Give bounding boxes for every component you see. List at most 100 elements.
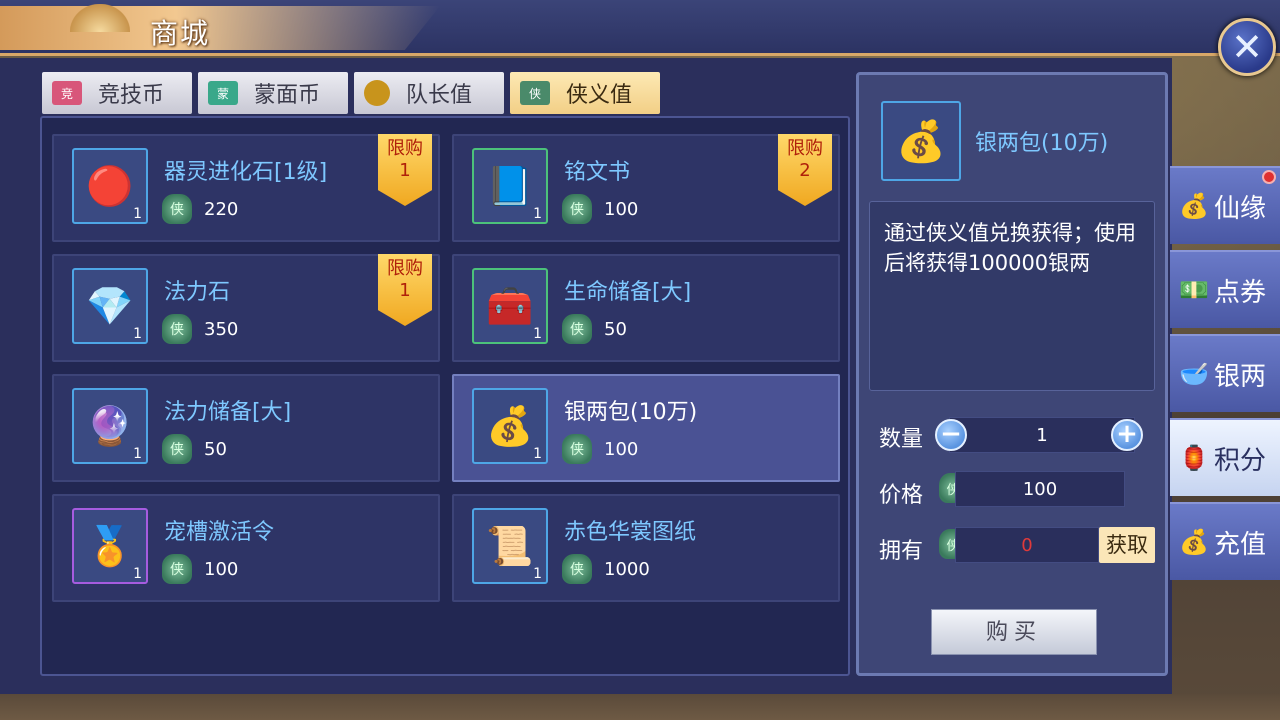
side-tab-label: 点券	[1214, 277, 1267, 308]
fan-ornament-icon	[70, 4, 130, 32]
xia-token-icon: 侠	[562, 314, 592, 344]
banknote-icon: 💵	[1179, 276, 1209, 304]
xia-token-icon: 侠	[162, 554, 192, 584]
item-name: 法力储备[大]	[164, 400, 292, 425]
plus-button[interactable]: +	[1111, 419, 1143, 451]
price-row: 侠 350	[162, 314, 238, 344]
side-tab-label: 充值	[1214, 529, 1267, 560]
item-name: 宠槽激活令	[164, 520, 275, 545]
tab-captain-value[interactable]: 队长值	[354, 72, 504, 114]
limit-badge: 限购 1	[378, 134, 432, 206]
item-price: 350	[204, 318, 239, 340]
side-tab-voucher[interactable]: 💵 点券	[1170, 250, 1280, 328]
side-tab-silver[interactable]: 🥣 银两	[1170, 334, 1280, 412]
side-tab-label: 积分	[1214, 445, 1267, 476]
side-tab-points[interactable]: 🏮 积分	[1170, 418, 1280, 496]
item-description: 通过侠义值兑换获得；使用后将获得100000银两	[869, 201, 1155, 391]
item-image: 🏅	[86, 523, 134, 568]
price-row: 侠 100	[562, 434, 638, 464]
item-name: 器灵进化石[1级]	[164, 160, 328, 185]
item-price: 100	[204, 558, 239, 580]
get-button[interactable]: 获取	[1099, 527, 1155, 563]
item-price: 50	[204, 438, 227, 460]
buy-button[interactable]: 购买	[931, 609, 1097, 655]
list-item[interactable]: 🔮 1 法力储备[大] 侠 50	[52, 374, 440, 482]
item-image: 🧰	[486, 283, 534, 328]
list-item[interactable]: 📘 1 铭文书 侠 100 限购 2	[452, 134, 840, 242]
spirit-stone-icon: 🔴 1	[72, 148, 148, 224]
silver-ingot-icon: 🥣	[1179, 360, 1209, 388]
limit-badge: 限购 1	[378, 254, 432, 326]
item-price: 100	[604, 438, 639, 460]
limit-badge: 限购 2	[778, 134, 832, 206]
page-title: 商城	[150, 17, 211, 50]
tab-label: 蒙面币	[254, 83, 321, 108]
item-price: 220	[204, 198, 239, 220]
blueprint-scroll-icon: 📜 1	[472, 508, 548, 584]
item-name: 生命储备[大]	[564, 280, 692, 305]
mask-ticket-icon: 蒙	[208, 81, 238, 105]
side-tab-label: 银两	[1214, 361, 1267, 392]
item-name: 铭文书	[564, 160, 631, 185]
item-image: 📘	[486, 163, 534, 208]
xia-token-icon: 侠	[520, 81, 550, 105]
xia-token-icon: 侠	[562, 194, 592, 224]
item-image: 💰	[486, 403, 534, 448]
tab-chivalry-value[interactable]: 侠 侠义值	[510, 72, 660, 114]
life-reserve-chest-icon: 🧰 1	[472, 268, 548, 344]
list-item-selected[interactable]: 💰 1 银两包(10万) 侠 100	[452, 374, 840, 482]
price-row: 侠 100	[162, 554, 238, 584]
list-item[interactable]: 🏅 1 宠槽激活令 侠 100	[52, 494, 440, 602]
item-count: 1	[533, 446, 542, 462]
xia-token-icon: 侠	[162, 314, 192, 344]
close-button[interactable]: ✕	[1218, 18, 1276, 76]
tab-label: 队长值	[406, 83, 473, 108]
item-price: 1000	[604, 558, 650, 580]
xia-token-icon: 侠	[562, 554, 592, 584]
price-row: 侠 1000	[562, 554, 650, 584]
list-item[interactable]: 📜 1 赤色华裳图纸 侠 1000	[452, 494, 840, 602]
price-row: 侠 220	[162, 194, 238, 224]
item-price: 100	[604, 198, 639, 220]
list-item[interactable]: 💎 1 法力石 侠 350 限购 1	[52, 254, 440, 362]
silver-pouch-icon: 💰	[881, 101, 961, 181]
notification-dot	[1262, 170, 1276, 184]
owned-value: 0	[955, 527, 1099, 563]
item-count: 1	[133, 446, 142, 462]
money-bag-icon: 💰	[1179, 192, 1209, 220]
price-row: 侠 100	[562, 194, 638, 224]
list-item[interactable]: 🧰 1 生命储备[大] 侠 50	[452, 254, 840, 362]
quantity-label: 数量	[879, 427, 924, 452]
tab-label: 竞技币	[98, 83, 165, 108]
item-detail-panel: 💰 银两包(10万) 通过侠义值兑换获得；使用后将获得100000银两 数量 1…	[856, 72, 1168, 676]
quantity-stepper[interactable]: 1	[949, 417, 1135, 453]
item-count: 1	[533, 206, 542, 222]
mana-stone-icon: 💎 1	[72, 268, 148, 344]
side-tab-recharge[interactable]: 💰 充值	[1170, 502, 1280, 580]
item-name: 法力石	[164, 280, 231, 305]
inscription-book-icon: 📘 1	[472, 148, 548, 224]
tab-label: 侠义值	[566, 83, 633, 108]
item-image: 🔴	[86, 163, 134, 208]
item-count: 1	[133, 206, 142, 222]
xia-token-icon: 侠	[162, 434, 192, 464]
item-count: 1	[533, 326, 542, 342]
price-label: 价格	[879, 483, 924, 508]
tab-mask-coin[interactable]: 蒙 蒙面币	[198, 72, 348, 114]
owned-label: 拥有	[879, 539, 924, 564]
item-count: 1	[533, 566, 542, 582]
price-row: 侠 50	[562, 314, 627, 344]
item-count: 1	[133, 566, 142, 582]
item-name: 银两包(10万)	[564, 400, 698, 425]
item-count: 1	[133, 326, 142, 342]
currency-tabs: 竞 竞技币 蒙 蒙面币 队长值 侠 侠义值	[42, 72, 660, 114]
xia-token-icon: 侠	[562, 434, 592, 464]
xia-token-icon: 侠	[162, 194, 192, 224]
list-item[interactable]: 🔴 1 器灵进化石[1级] 侠 220 限购 1	[52, 134, 440, 242]
item-image: 🔮	[86, 403, 134, 448]
minus-button[interactable]: −	[935, 419, 967, 451]
points-lantern-icon: 🏮	[1179, 444, 1209, 472]
jing-ticket-icon: 竞	[52, 81, 82, 105]
tab-arena-coin[interactable]: 竞 竞技币	[42, 72, 192, 114]
money-bag-icon: 💰	[1179, 528, 1209, 556]
